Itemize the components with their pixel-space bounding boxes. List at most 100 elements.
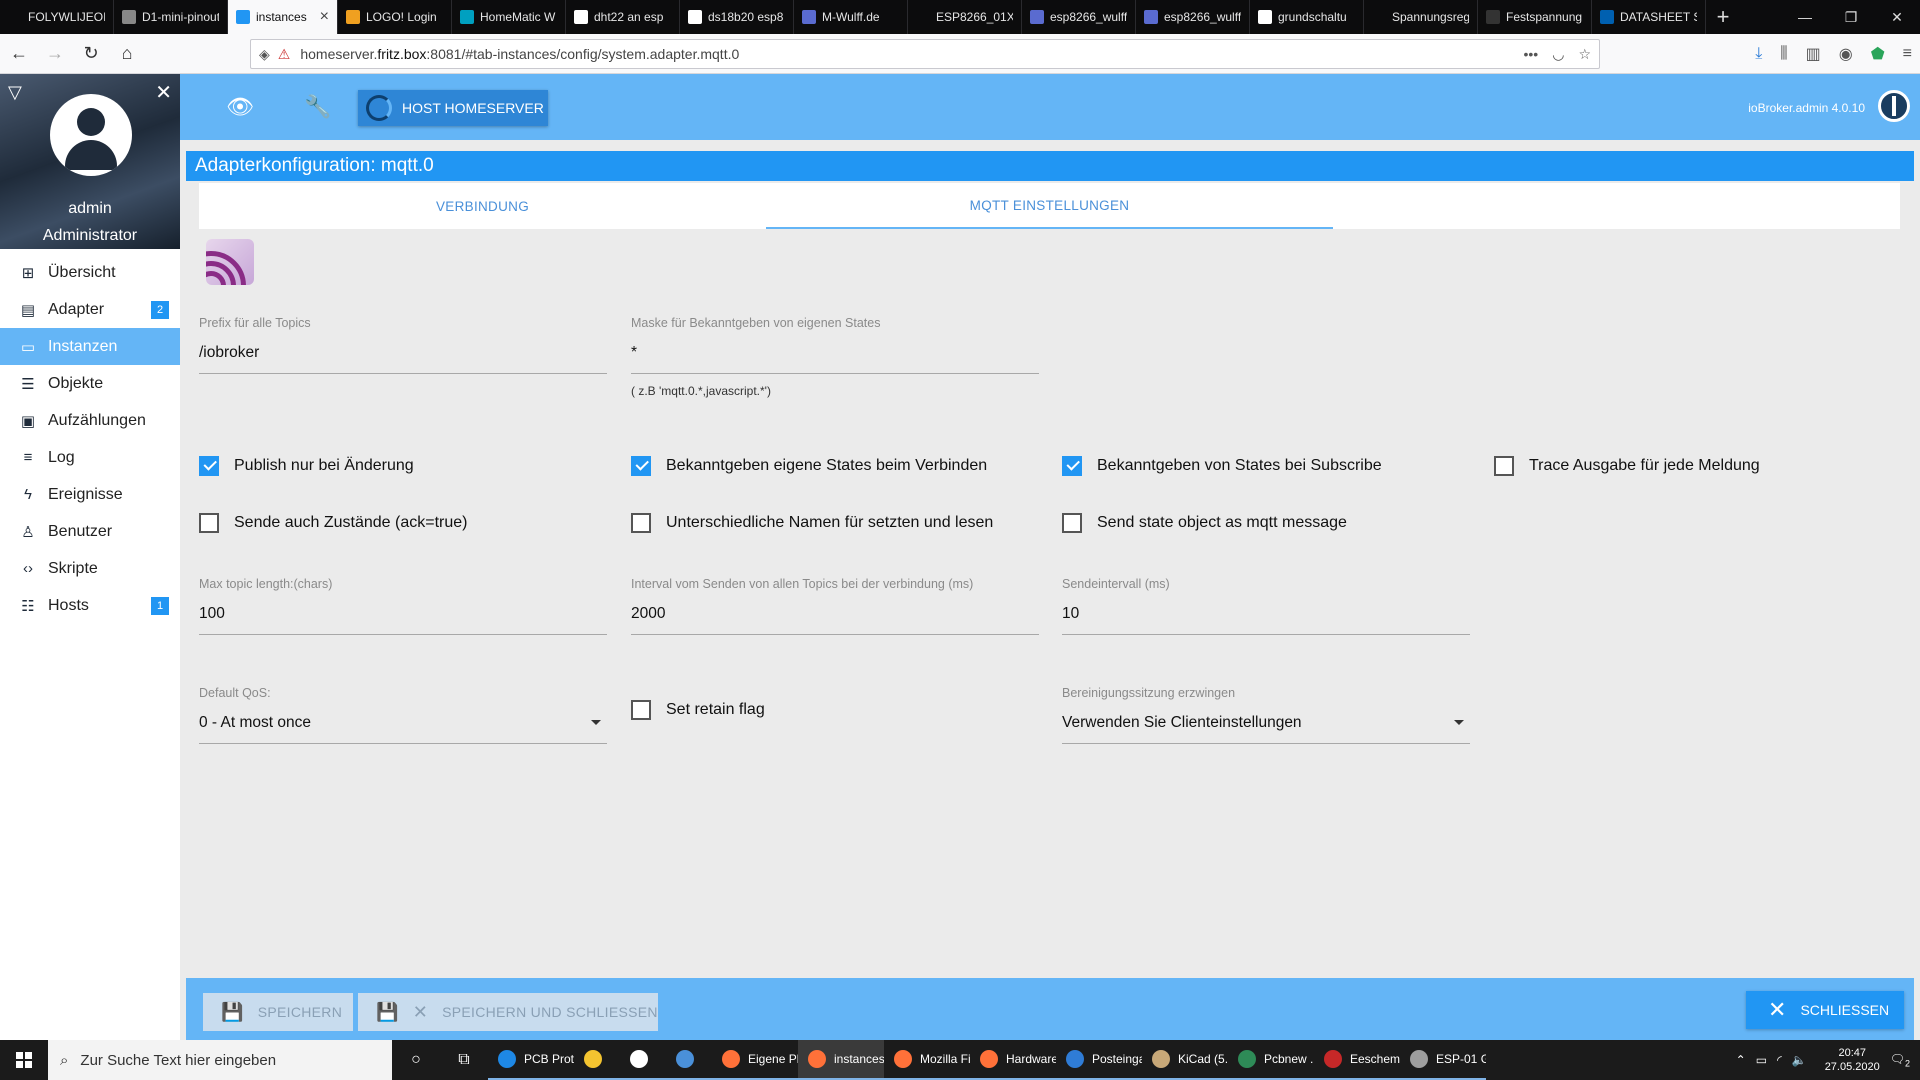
sidebar-item[interactable]: ≡ Log bbox=[0, 439, 180, 476]
eye-icon[interactable]: 👁 bbox=[226, 94, 254, 120]
default-qos-select[interactable]: 0 - At most once bbox=[199, 714, 607, 744]
sidebar-item[interactable]: ☰ Objekte bbox=[0, 365, 180, 402]
clean-session-select[interactable]: Verwenden Sie Clienteinstellungen bbox=[1062, 714, 1470, 744]
interval-all-topics-input[interactable]: 2000 bbox=[631, 605, 1039, 635]
browser-tab[interactable]: instances × bbox=[228, 0, 338, 34]
taskbar-app[interactable]: KiCad (5.1... bbox=[1142, 1040, 1228, 1080]
browser-tab[interactable]: Festspannung bbox=[1478, 0, 1592, 34]
sidebar-item[interactable]: ▤ Adapter 2 bbox=[0, 291, 180, 328]
browser-tab[interactable]: Spannungsregler bbox=[1364, 0, 1478, 34]
browser-tab[interactable]: D1-mini-pinout bbox=[114, 0, 228, 34]
library-icon[interactable]: ⫼ bbox=[1780, 45, 1787, 63]
checkbox-publish-states-on-subscribe[interactable]: Bekanntgeben von States bei Subscribe bbox=[1062, 456, 1382, 476]
taskbar-app[interactable] bbox=[620, 1040, 666, 1080]
save-button[interactable]: 💾 SPEICHERN bbox=[203, 993, 353, 1031]
battery-icon[interactable]: ▭ bbox=[1756, 1053, 1767, 1067]
tray-chevron-icon[interactable]: ⌃ bbox=[1736, 1053, 1746, 1067]
checkbox-trace-output[interactable]: Trace Ausgabe für jede Meldung bbox=[1494, 456, 1760, 476]
sidebar-item[interactable]: ϟ Ereignisse bbox=[0, 476, 180, 513]
taskbar-app[interactable]: Eigene Pla... bbox=[712, 1040, 798, 1080]
notification-icon[interactable]: 🗨2 bbox=[1890, 1052, 1910, 1068]
host-button[interactable]: HOST HOMESERVER bbox=[358, 90, 548, 126]
browser-tab[interactable]: HomeMatic W bbox=[452, 0, 566, 34]
checkbox-box[interactable] bbox=[1062, 513, 1082, 533]
checkbox-box[interactable] bbox=[199, 456, 219, 476]
browser-tab[interactable]: esp8266_wulff bbox=[1022, 0, 1136, 34]
checkbox-send-state-object[interactable]: Send state object as mqtt message bbox=[1062, 513, 1347, 533]
wrench-icon[interactable]: 🔧 bbox=[304, 94, 331, 120]
browser-tab[interactable]: dht22 an esp bbox=[566, 0, 680, 34]
pocket-icon[interactable]: ◡ bbox=[1552, 46, 1564, 63]
mask-input[interactable]: * bbox=[631, 344, 1039, 374]
taskbar-app[interactable]: Mozilla Fir... bbox=[884, 1040, 970, 1080]
close-tab-icon[interactable]: × bbox=[320, 8, 329, 26]
restore-icon[interactable]: ❐ bbox=[1828, 0, 1874, 34]
checkbox-box[interactable] bbox=[1062, 456, 1082, 476]
taskbar-app[interactable] bbox=[574, 1040, 620, 1080]
volume-icon[interactable]: 🔈 bbox=[1792, 1053, 1807, 1067]
reload-icon[interactable]: ↻ bbox=[74, 39, 108, 69]
checkbox-different-names[interactable]: Unterschiedliche Namen für setzten und l… bbox=[631, 513, 993, 533]
taskbar-app[interactable]: ESP-01 Gr... bbox=[1400, 1040, 1486, 1080]
sidebar-item[interactable]: ⊞ Übersicht bbox=[0, 254, 180, 291]
new-tab-icon[interactable]: + bbox=[1706, 0, 1740, 34]
taskbar-app[interactable]: Eeschema... bbox=[1314, 1040, 1400, 1080]
browser-tab[interactable]: DATASHEET S bbox=[1592, 0, 1706, 34]
checkbox-box[interactable] bbox=[631, 513, 651, 533]
browser-tab[interactable]: grundschaltu bbox=[1250, 0, 1364, 34]
browser-tab[interactable]: ds18b20 esp8 bbox=[680, 0, 794, 34]
checkbox-box[interactable] bbox=[1494, 456, 1514, 476]
max-topic-length-input[interactable]: 100 bbox=[199, 605, 607, 635]
taskbar-app[interactable]: Hardware ... bbox=[970, 1040, 1056, 1080]
close-window-icon[interactable]: ✕ bbox=[1874, 0, 1920, 34]
checkbox-set-retain-flag[interactable]: Set retain flag bbox=[631, 700, 765, 720]
cortana-icon[interactable]: ○ bbox=[392, 1040, 440, 1080]
sidebar-item[interactable]: ▭ Instanzen bbox=[0, 328, 180, 365]
clock[interactable]: 20:47 27.05.2020 bbox=[1825, 1046, 1880, 1074]
checkbox-box[interactable] bbox=[631, 700, 651, 720]
triangle-menu-icon[interactable]: ▽ bbox=[8, 82, 22, 103]
taskbar-app[interactable]: Pcbnew ... bbox=[1228, 1040, 1314, 1080]
bookmark-star-icon[interactable]: ☆ bbox=[1578, 46, 1591, 63]
account-icon[interactable]: ◉ bbox=[1839, 44, 1853, 64]
tab-verbindung[interactable]: VERBINDUNG bbox=[199, 183, 766, 229]
save-and-close-button[interactable]: 💾 ✕ SPEICHERN UND SCHLIESSEN bbox=[358, 993, 658, 1031]
back-icon[interactable]: ← bbox=[2, 39, 36, 69]
url-bar[interactable]: ◈ ⚠ homeserver. fritz.box:8081/#tab-insta… bbox=[250, 39, 1600, 69]
network-icon[interactable]: ◜ bbox=[1777, 1053, 1782, 1067]
start-button[interactable] bbox=[0, 1040, 48, 1080]
browser-tab[interactable]: FOLYWLIJEOILQS bbox=[0, 0, 114, 34]
close-sidebar-icon[interactable]: ✕ bbox=[155, 80, 172, 105]
prefix-input[interactable]: /iobroker bbox=[199, 344, 607, 374]
home-icon[interactable]: ⌂ bbox=[110, 39, 144, 69]
browser-tab[interactable]: esp8266_wulff bbox=[1136, 0, 1250, 34]
sidebar-item[interactable]: ‹› Skripte bbox=[0, 550, 180, 587]
extension-shield-icon[interactable]: ⬟ bbox=[1871, 44, 1885, 64]
sidebar-item[interactable]: ♙ Benutzer bbox=[0, 513, 180, 550]
checkbox-send-ack-states[interactable]: Sende auch Zustände (ack=true) bbox=[199, 513, 467, 533]
taskbar-search[interactable]: ⌕ Zur Suche Text hier eingeben bbox=[48, 1040, 392, 1080]
minimize-icon[interactable]: — bbox=[1782, 0, 1828, 34]
task-view-icon[interactable]: ⧉ bbox=[440, 1040, 488, 1080]
taskbar-app[interactable] bbox=[666, 1040, 712, 1080]
sidebar-item[interactable]: ▣ Aufzählungen bbox=[0, 402, 180, 439]
sidebar-item[interactable]: ☷ Hosts 1 bbox=[0, 587, 180, 624]
send-interval-input[interactable]: 10 bbox=[1062, 605, 1470, 635]
forward-icon[interactable]: → bbox=[38, 39, 72, 69]
sidebar-toggle-icon[interactable]: ▥ bbox=[1806, 44, 1821, 64]
taskbar-app[interactable]: instances ... bbox=[798, 1040, 884, 1080]
taskbar-app[interactable]: Posteinga... bbox=[1056, 1040, 1142, 1080]
taskbar-app[interactable]: PCB Proto... bbox=[488, 1040, 574, 1080]
checkbox-box[interactable] bbox=[631, 456, 651, 476]
checkbox-box[interactable] bbox=[199, 513, 219, 533]
download-icon[interactable]: ⤓ bbox=[1755, 45, 1762, 63]
browser-tab[interactable]: LOGO! Login bbox=[338, 0, 452, 34]
page-actions-icon[interactable]: ••• bbox=[1524, 46, 1539, 63]
menu-icon[interactable]: ≡ bbox=[1903, 45, 1912, 63]
browser-tab[interactable]: M-Wulff.de bbox=[794, 0, 908, 34]
tab-mqtt-einstellungen[interactable]: MQTT EINSTELLUNGEN bbox=[766, 183, 1333, 229]
browser-tab[interactable]: ESP8266_01X.jpg bbox=[908, 0, 1022, 34]
close-button[interactable]: ✕ SCHLIESSEN bbox=[1746, 991, 1904, 1029]
checkbox-publish-on-change[interactable]: Publish nur bei Änderung bbox=[199, 456, 414, 476]
checkbox-publish-own-states-on-connect[interactable]: Bekanntgeben eigene States beim Verbinde… bbox=[631, 456, 987, 476]
